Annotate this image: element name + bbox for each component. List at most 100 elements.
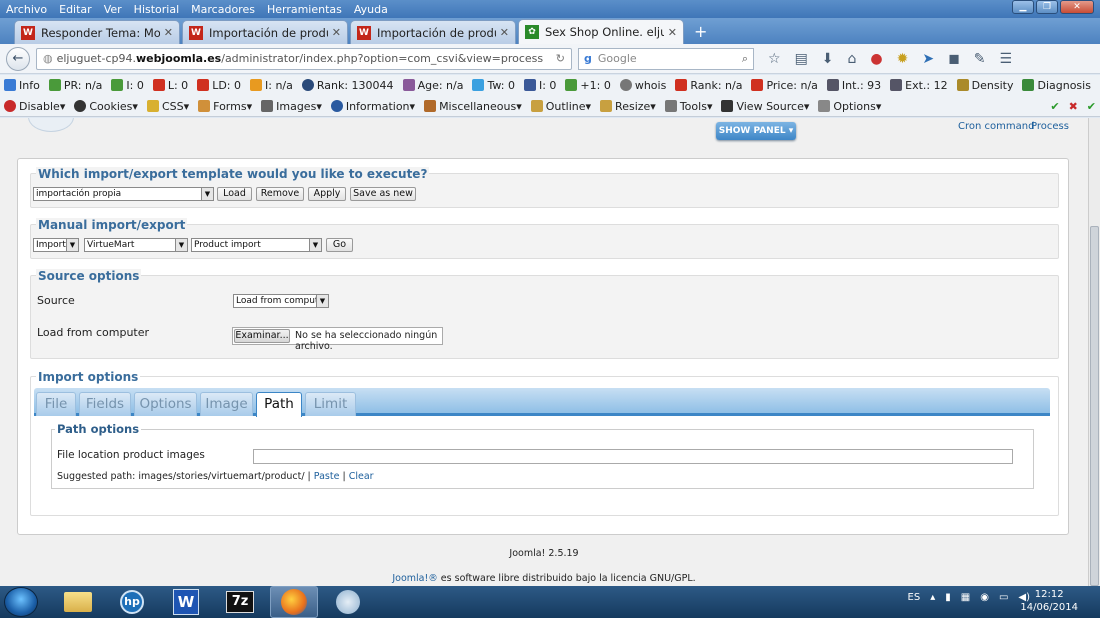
tray-expand-icon[interactable]: ▴ — [930, 592, 935, 603]
dev-resize[interactable]: Resize▾ — [600, 99, 656, 113]
scrollbar-thumb[interactable] — [1090, 226, 1099, 586]
joomla-link[interactable]: Joomla!® — [392, 573, 437, 584]
dev-miscellaneous[interactable]: Miscellaneous▾ — [424, 99, 522, 113]
remove-button[interactable]: Remove — [256, 187, 304, 201]
dev-outline[interactable]: Outline▾ — [530, 99, 591, 113]
search-icon[interactable]: ⌕ — [742, 52, 748, 66]
close-tab-icon[interactable]: ✕ — [668, 26, 677, 39]
new-tab-icon[interactable]: + — [686, 20, 715, 44]
menu-ayuda[interactable]: Ayuda — [348, 3, 394, 16]
component-select[interactable]: VirtueMart ▼ — [84, 238, 188, 252]
dev-tools[interactable]: Tools▾ — [664, 99, 712, 113]
dev-view-source[interactable]: View Source▾ — [721, 99, 809, 113]
file-location-input[interactable] — [253, 449, 1013, 464]
seo-whois[interactable]: whois — [619, 79, 666, 92]
clear-link[interactable]: Clear — [349, 471, 374, 482]
dev-css[interactable]: CSS▾ — [146, 99, 189, 113]
seo-diagnosis[interactable]: Diagnosis — [1022, 79, 1091, 92]
seo-links[interactable]: L: 0 — [152, 79, 188, 92]
home-icon[interactable]: ⌂ — [848, 51, 857, 67]
seo-twitter[interactable]: Tw: 0 — [472, 79, 515, 92]
dev-cookies[interactable]: Cookies▾ — [74, 99, 138, 113]
file-input[interactable]: Examinar... No se ha seleccionado ningún… — [232, 327, 443, 352]
bookmarks-list-icon[interactable]: ▤ — [795, 51, 808, 67]
source-select[interactable]: Load from computer ▼ — [233, 294, 329, 308]
close-tab-icon[interactable]: ✕ — [500, 26, 509, 39]
extension-arrow-icon[interactable]: ➤ — [922, 51, 934, 67]
tab-file[interactable]: File — [36, 392, 76, 416]
seo-rank[interactable]: Rank: 130044 — [301, 79, 394, 92]
process-link[interactable]: Process — [1031, 121, 1069, 132]
security-icon[interactable]: ◉ — [980, 592, 989, 603]
menu-editar[interactable]: Editar — [53, 3, 98, 16]
menu-marcadores[interactable]: Marcadores — [185, 3, 261, 16]
browser-tab-4[interactable]: ✿ Sex Shop Online. eljuguete... ✕ — [518, 19, 684, 44]
dev-disable[interactable]: Disable▾ — [4, 99, 65, 113]
seo-facebook[interactable]: I: 0 — [523, 79, 556, 92]
seo-info[interactable]: Info — [4, 79, 40, 92]
start-button[interactable] — [4, 587, 38, 617]
close-tab-icon[interactable]: ✕ — [332, 26, 341, 39]
apply-button[interactable]: Apply — [308, 187, 346, 201]
go-button[interactable]: Go — [326, 238, 353, 252]
action-select[interactable]: Import ▼ — [33, 238, 79, 252]
file-explorer-icon[interactable] — [54, 586, 102, 618]
browser-tab-2[interactable]: W Importación de productos ... ✕ — [182, 20, 348, 44]
browser-tab-1[interactable]: W Responder Tema: Modifica... ✕ — [14, 20, 180, 44]
extension-box-icon[interactable]: ◼ — [948, 51, 960, 67]
browse-button[interactable]: Examinar... — [234, 329, 290, 343]
search-input[interactable]: g Google ⌕ — [578, 47, 754, 70]
url-bar[interactable]: ◍ eljuguet-cp94. webjoomla.es/administrat… — [36, 47, 572, 70]
seo-density[interactable]: Density — [956, 79, 1013, 92]
menu-historial[interactable]: Historial — [128, 3, 185, 16]
seo-age[interactable]: Age: n/a — [402, 79, 463, 92]
browser-tab-3[interactable]: W Importación de productos ... ✕ — [350, 20, 516, 44]
dev-options[interactable]: Options▾ — [818, 99, 881, 113]
reload-icon[interactable]: ↻ — [556, 52, 565, 65]
word-icon[interactable]: W — [162, 586, 210, 618]
load-button[interactable]: Load — [217, 187, 252, 201]
downloads-icon[interactable]: ⬇ — [822, 51, 834, 67]
battery-icon[interactable]: ▭ — [999, 592, 1008, 603]
open-menu-icon[interactable]: ☰ — [999, 51, 1012, 67]
firefox-icon[interactable] — [270, 586, 318, 618]
network-icon[interactable]: ▦ — [961, 592, 970, 603]
seo-price[interactable]: Price: n/a — [751, 79, 818, 92]
close-tab-icon[interactable]: ✕ — [164, 26, 173, 39]
close-window-icon[interactable]: ✕ — [1060, 0, 1094, 14]
minimize-icon[interactable]: ▁ — [1012, 0, 1034, 14]
template-select[interactable]: importación propia ▼ — [33, 187, 214, 201]
seo-rank2[interactable]: Rank: n/a — [675, 79, 742, 92]
seo-index[interactable]: I: 0 — [111, 79, 144, 92]
language-indicator[interactable]: ES — [908, 592, 921, 603]
maximize-icon[interactable]: ❐ — [1036, 0, 1058, 14]
dev-images[interactable]: Images▾ — [261, 99, 322, 113]
tab-options[interactable]: Options — [134, 392, 197, 416]
dev-information[interactable]: Information▾ — [330, 99, 415, 113]
tab-path[interactable]: Path — [256, 392, 302, 417]
network-tool-icon[interactable] — [324, 586, 372, 618]
menu-herramientas[interactable]: Herramientas — [261, 3, 348, 16]
hp-icon[interactable]: hp — [108, 586, 156, 618]
paste-link[interactable]: Paste — [314, 471, 340, 482]
tab-limit[interactable]: Limit — [305, 392, 356, 416]
bookmark-star-icon[interactable]: ☆ — [768, 51, 781, 67]
page-scrollbar[interactable] — [1088, 118, 1100, 586]
seo-int[interactable]: Int.: 93 — [826, 79, 881, 92]
operation-select[interactable]: Product import ▼ — [191, 238, 322, 252]
error-icon[interactable]: ✖ — [1069, 100, 1078, 113]
save-as-new-button[interactable]: Save as new — [350, 187, 416, 201]
back-arrow-icon[interactable]: ← — [6, 46, 30, 71]
adblock-icon[interactable]: ● — [870, 51, 882, 67]
show-panel-button[interactable]: SHOW PANEL ▾ — [716, 122, 796, 140]
seo-plusone[interactable]: +1: 0 — [565, 79, 611, 92]
valid-check-2-icon[interactable]: ✔ — [1087, 100, 1096, 113]
seo-ext[interactable]: Ext.: 12 — [890, 79, 948, 92]
tab-fields[interactable]: Fields — [79, 392, 131, 416]
seo-ld[interactable]: LD: 0 — [197, 79, 241, 92]
seo-pr[interactable]: PR: n/a — [48, 79, 102, 92]
extension-puzzle-icon[interactable]: ✎ — [974, 51, 986, 67]
menu-ver[interactable]: Ver — [98, 3, 128, 16]
extension-gear-icon[interactable]: ✹ — [897, 51, 909, 67]
seo-bing[interactable]: I: n/a — [250, 79, 293, 92]
